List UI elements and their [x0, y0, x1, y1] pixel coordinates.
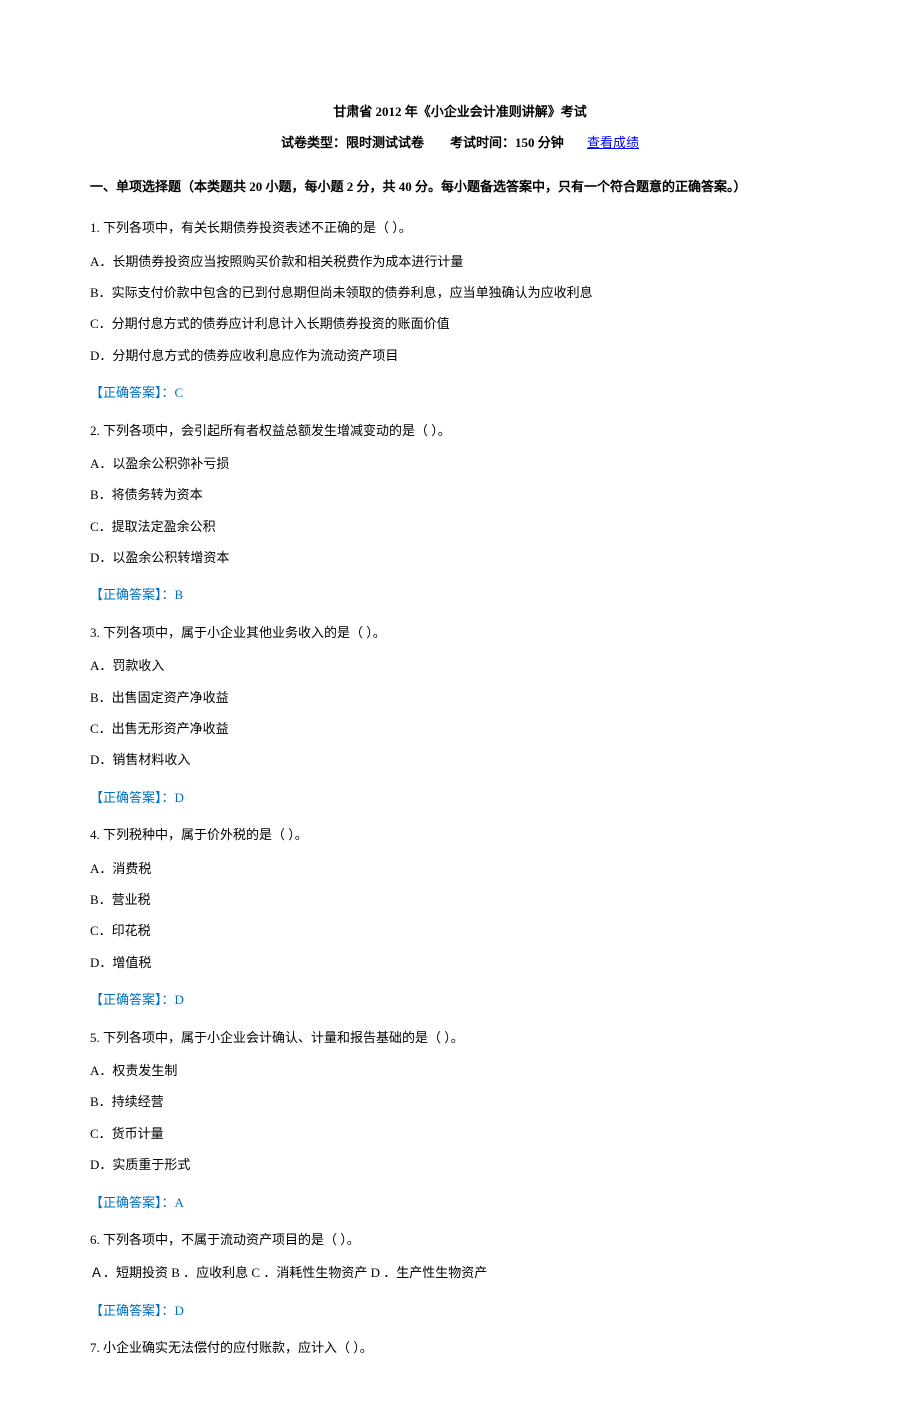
- q1-answer: 【正确答案】：C: [90, 381, 830, 404]
- q2-answer: 【正确答案】：B: [90, 583, 830, 606]
- q6-options-inline: Ａ．短期投资 B ．应收利息 C ．消耗性生物资产 D ．生产性生物资产: [90, 1261, 830, 1284]
- q5-option-b: B．持续经营: [90, 1090, 830, 1113]
- q4-option-c: C．印花税: [90, 919, 830, 942]
- view-score-link[interactable]: 查看成绩: [587, 135, 639, 150]
- q6-answer: 【正确答案】：D: [90, 1299, 830, 1322]
- q1-option-a: A．长期债券投资应当按照购买价款和相关税费作为成本进行计量: [90, 250, 830, 273]
- q1-stem: 1. 下列各项中，有关长期债券投资表述不正确的是（ ）。: [90, 216, 830, 239]
- q1-option-b: B．实际支付价款中包含的已到付息期但尚未领取的债券利息，应当单独确认为应收利息: [90, 281, 830, 304]
- q5-options: A．权责发生制 B．持续经营 C．货币计量 D．实质重于形式: [90, 1059, 830, 1177]
- q5-option-a: A．权责发生制: [90, 1059, 830, 1082]
- q3-answer: 【正确答案】：D: [90, 786, 830, 809]
- q3-stem: 3. 下列各项中，属于小企业其他业务收入的是（ ）。: [90, 621, 830, 644]
- q6-stem: 6. 下列各项中，不属于流动资产项目的是（ ）。: [90, 1228, 830, 1251]
- exam-subtitle: 试卷类型：限时测试试卷 考试时间：150 分钟 查看成绩: [90, 131, 830, 154]
- q2-option-b: B．将债务转为资本: [90, 483, 830, 506]
- q2-stem: 2. 下列各项中，会引起所有者权益总额发生增减变动的是（ ）。: [90, 419, 830, 442]
- q2-option-d: D．以盈余公积转增资本: [90, 546, 830, 569]
- q4-answer: 【正确答案】：D: [90, 988, 830, 1011]
- q3-option-c: C．出售无形资产净收益: [90, 717, 830, 740]
- q4-options: A．消费税 B．营业税 C．印花税 D．增值税: [90, 857, 830, 975]
- q4-option-a: A．消费税: [90, 857, 830, 880]
- section-1-heading: 一、单项选择题（本类题共 20 小题，每小题 2 分，共 40 分。每小题备选答…: [90, 175, 830, 198]
- q2-option-c: C．提取法定盈余公积: [90, 515, 830, 538]
- q3-option-a: A．罚款收入: [90, 654, 830, 677]
- q7-stem: 7. 小企业确实无法偿付的应付账款，应计入（ ）。: [90, 1336, 830, 1359]
- q4-option-b: B．营业税: [90, 888, 830, 911]
- q5-option-d: D．实质重于形式: [90, 1153, 830, 1176]
- q1-option-d: D．分期付息方式的债券应收利息应作为流动资产项目: [90, 344, 830, 367]
- q2-options: A．以盈余公积弥补亏损 B．将债务转为资本 C．提取法定盈余公积 D．以盈余公积…: [90, 452, 830, 570]
- q3-option-d: D．销售材料收入: [90, 748, 830, 771]
- q1-option-c: C．分期付息方式的债券应计利息计入长期债券投资的账面价值: [90, 312, 830, 335]
- q4-stem: 4. 下列税种中，属于价外税的是（ ）。: [90, 823, 830, 846]
- q4-option-d: D．增值税: [90, 951, 830, 974]
- q5-option-c: C．货币计量: [90, 1122, 830, 1145]
- q5-answer: 【正确答案】：A: [90, 1191, 830, 1214]
- q3-option-b: B．出售固定资产净收益: [90, 686, 830, 709]
- q1-options: A．长期债券投资应当按照购买价款和相关税费作为成本进行计量 B．实际支付价款中包…: [90, 250, 830, 368]
- q3-options: A．罚款收入 B．出售固定资产净收益 C．出售无形资产净收益 D．销售材料收入: [90, 654, 830, 772]
- subtitle-text: 试卷类型：限时测试试卷 考试时间：150 分钟: [281, 135, 564, 150]
- exam-title: 甘肃省 2012 年《小企业会计准则讲解》考试: [90, 100, 830, 123]
- q2-option-a: A．以盈余公积弥补亏损: [90, 452, 830, 475]
- q5-stem: 5. 下列各项中，属于小企业会计确认、计量和报告基础的是（ ）。: [90, 1026, 830, 1049]
